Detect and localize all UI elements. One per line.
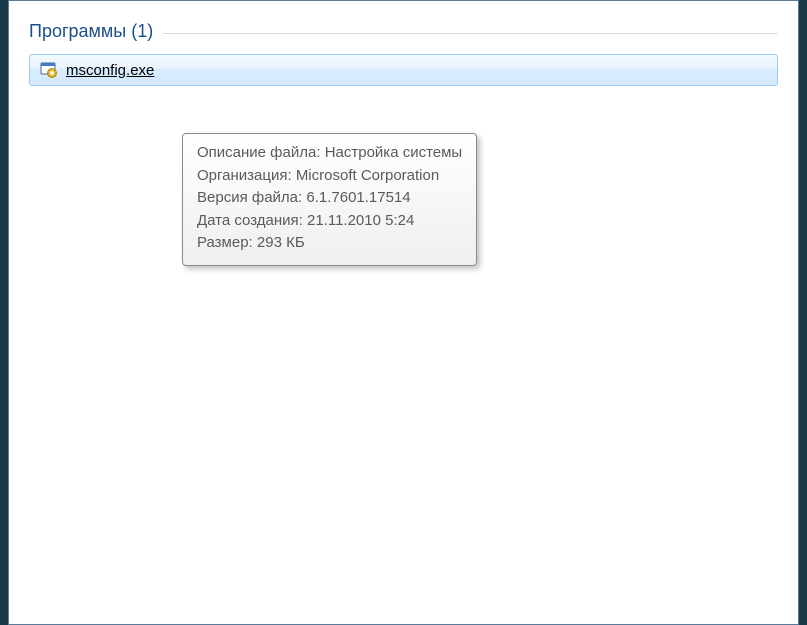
tooltip-row: Версия файла: 6.1.7601.17514 xyxy=(197,187,462,210)
tooltip-value: 21.11.2010 5:24 xyxy=(307,212,414,229)
tooltip-label: Версия файла: xyxy=(197,189,302,206)
tooltip-row: Размер: 293 КБ xyxy=(197,232,462,255)
section-header: Программы (1) xyxy=(29,21,163,42)
tooltip-value: 6.1.7601.17514 xyxy=(306,189,410,206)
search-result-item[interactable]: msconfig.exe xyxy=(29,54,778,86)
file-tooltip: Описание файла: Настройка системы Органи… xyxy=(182,133,477,266)
tooltip-label: Дата создания: xyxy=(197,212,303,229)
msconfig-icon xyxy=(40,61,58,79)
tooltip-label: Описание файла: xyxy=(197,144,321,161)
tooltip-value: Microsoft Corporation xyxy=(296,167,439,184)
tooltip-value: Настройка системы xyxy=(325,144,463,161)
search-results-window: Программы (1) msconfig.exe Описание файл… xyxy=(8,0,799,625)
tooltip-value: 293 КБ xyxy=(257,234,305,251)
section-header-row: Программы (1) xyxy=(9,1,798,54)
tooltip-row: Организация: Microsoft Corporation xyxy=(197,165,462,188)
result-filename: msconfig.exe xyxy=(66,62,154,79)
tooltip-label: Организация: xyxy=(197,167,292,184)
section-divider xyxy=(163,33,778,34)
tooltip-row: Дата создания: 21.11.2010 5:24 xyxy=(197,210,462,233)
tooltip-row: Описание файла: Настройка системы xyxy=(197,142,462,165)
tooltip-label: Размер: xyxy=(197,234,253,251)
